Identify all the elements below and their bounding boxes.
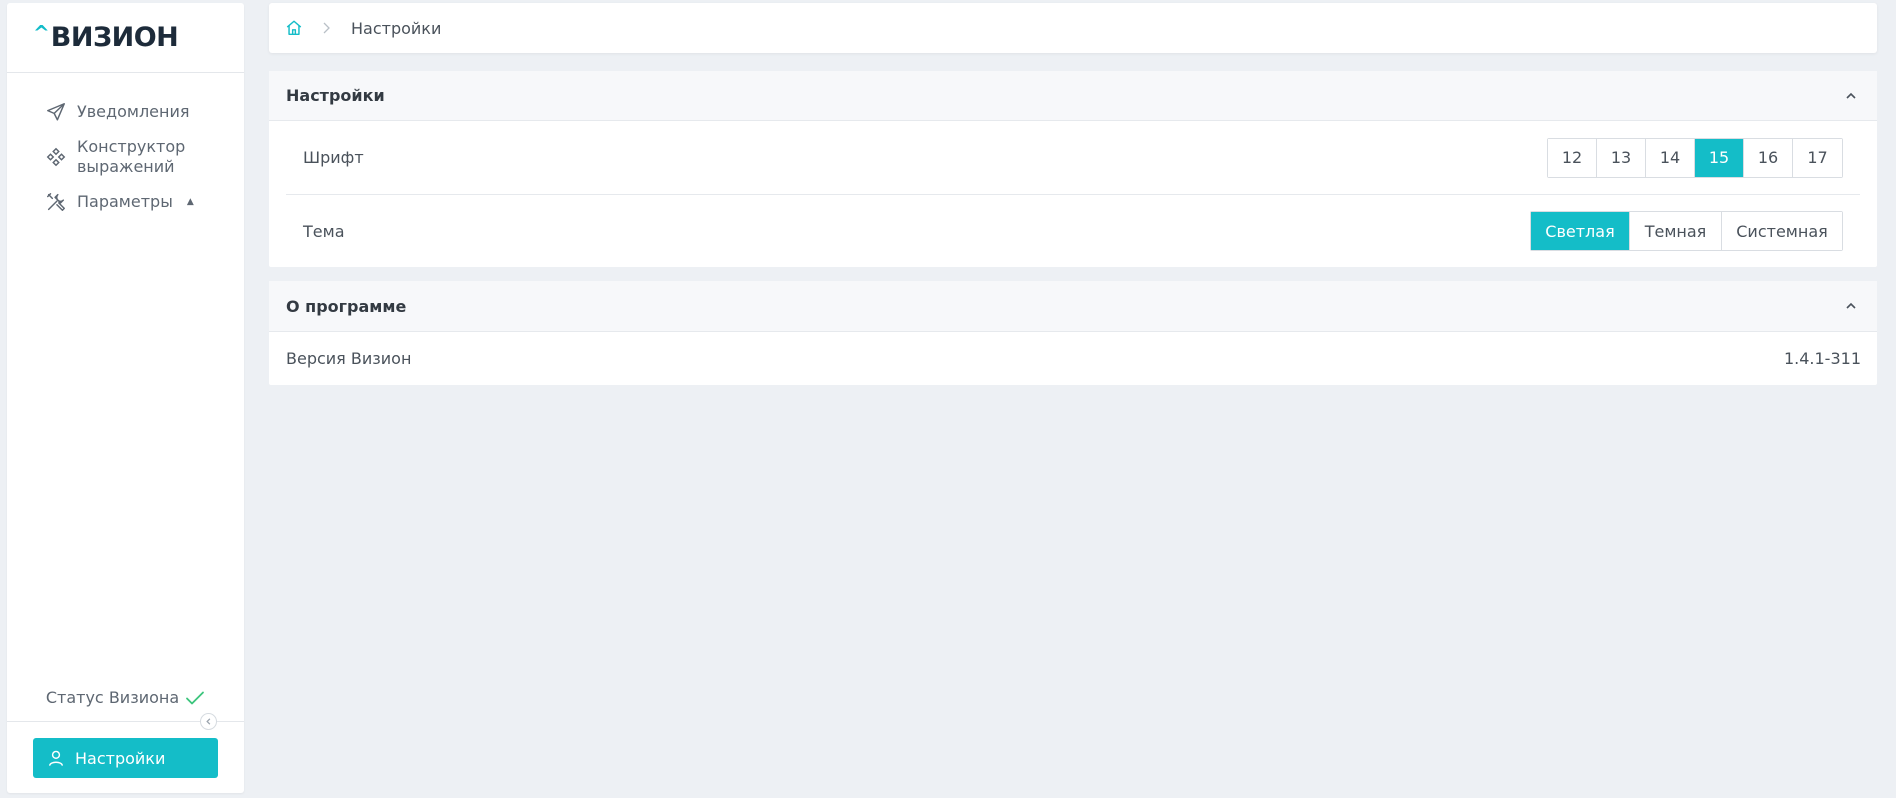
chevron-left-icon — [206, 718, 211, 725]
sidebar-nav: Уведомления Конструктор выражений Параме… — [7, 73, 244, 213]
font-size-option-12[interactable]: 12 — [1548, 138, 1597, 177]
settings-button-label: Настройки — [75, 748, 166, 768]
sidebar-item-label: Параметры — [77, 192, 173, 211]
sidebar: ^ ВИЗИОН Уведомления Конструктор выражен… — [7, 3, 244, 793]
vision-status: Статус Визиона — [7, 688, 244, 707]
diamond-grid-icon — [46, 147, 66, 167]
status-label: Статус Визиона — [45, 688, 180, 707]
version-value: 1.4.1-311 — [1783, 349, 1861, 368]
chevron-up-icon[interactable] — [1841, 296, 1861, 316]
theme-option-dark[interactable]: Темная — [1630, 212, 1722, 250]
breadcrumb-current: Настройки — [351, 18, 442, 38]
font-label: Шрифт — [303, 148, 364, 167]
theme-selector: Светлая Темная Системная — [1530, 211, 1843, 251]
font-size-option-15[interactable]: 15 — [1695, 138, 1744, 177]
font-row: Шрифт 12 13 14 15 16 17 — [286, 121, 1860, 195]
check-icon — [186, 691, 205, 704]
font-size-option-14[interactable]: 14 — [1646, 138, 1695, 177]
home-icon[interactable] — [285, 19, 303, 37]
sidebar-item-label: Уведомления — [77, 102, 190, 121]
about-panel-header[interactable]: О программе — [269, 281, 1877, 332]
logo-text: ВИЗИОН — [50, 22, 179, 53]
panel-title: Настройки — [286, 86, 385, 105]
theme-option-light[interactable]: Светлая — [1531, 212, 1630, 250]
font-size-option-17[interactable]: 17 — [1793, 138, 1842, 177]
expand-caret-icon[interactable]: ▲ — [187, 197, 194, 207]
sidebar-item-expression-builder[interactable]: Конструктор выражений — [7, 137, 244, 177]
theme-option-system[interactable]: Системная — [1722, 212, 1842, 250]
sidebar-item-notifications[interactable]: Уведомления — [7, 101, 244, 123]
breadcrumb: Настройки — [269, 3, 1877, 53]
theme-label: Тема — [303, 221, 345, 241]
sidebar-item-parameters[interactable]: Параметры ▲ — [7, 191, 244, 213]
theme-row: Тема Светлая Темная Системная — [286, 195, 1860, 267]
font-size-option-13[interactable]: 13 — [1597, 138, 1646, 177]
version-label: Версия Визион — [286, 349, 412, 368]
chevron-up-icon[interactable] — [1841, 86, 1861, 106]
settings-button[interactable]: Настройки — [33, 738, 218, 778]
settings-panel-header[interactable]: Настройки — [269, 71, 1877, 121]
settings-panel: Настройки Шрифт 12 13 14 15 16 17 Тема С… — [269, 71, 1877, 267]
panel-title: О программе — [286, 296, 407, 316]
collapse-sidebar-button[interactable] — [200, 713, 217, 730]
user-icon — [48, 750, 64, 766]
font-size-option-16[interactable]: 16 — [1744, 138, 1793, 177]
sidebar-item-label: Конструктор выражений — [77, 137, 186, 176]
version-row: Версия Визион 1.4.1-311 — [269, 332, 1877, 385]
logo-caret: ^ — [33, 20, 50, 45]
about-panel: О программе Версия Визион 1.4.1-311 — [269, 281, 1877, 385]
logo[interactable]: ^ ВИЗИОН — [7, 3, 244, 73]
font-size-selector: 12 13 14 15 16 17 — [1547, 137, 1843, 178]
chevron-right-icon — [323, 22, 330, 34]
tools-icon — [47, 193, 65, 211]
send-icon — [47, 103, 65, 121]
